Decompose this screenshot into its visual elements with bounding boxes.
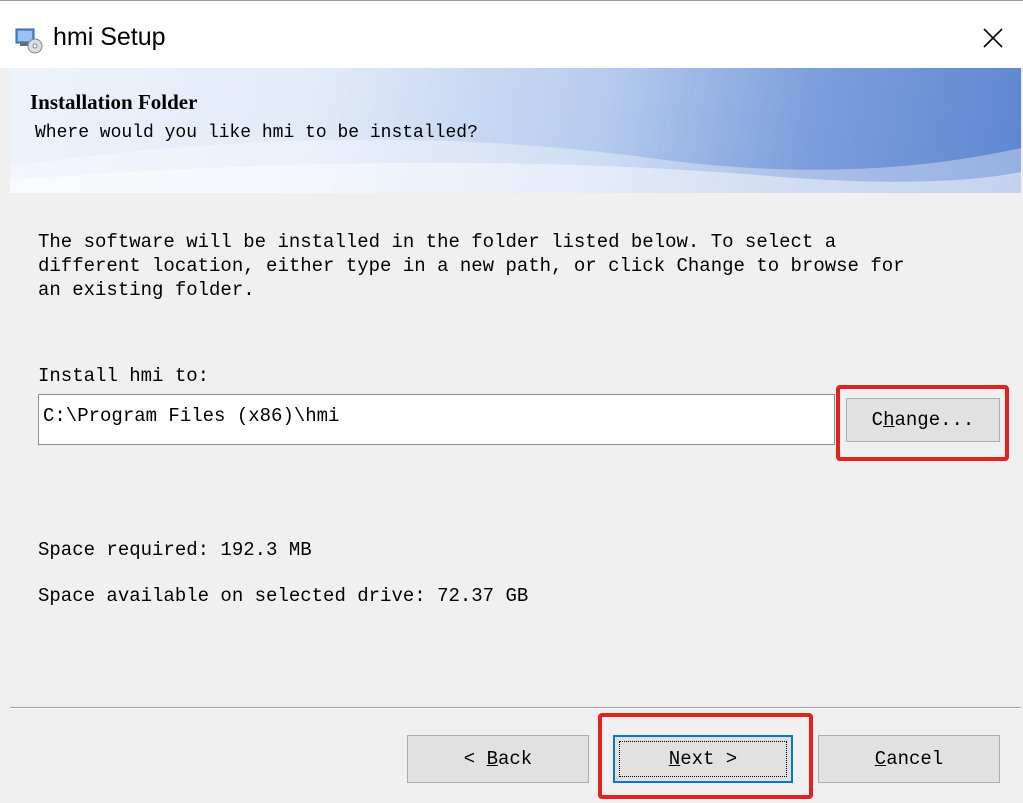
cancel-button[interactable]: Cancel <box>818 735 1000 783</box>
main-content: The software will be installed in the fo… <box>10 193 1021 707</box>
back-button-label: < Back <box>463 748 533 770</box>
title-bar[interactable]: hmi Setup <box>0 0 1023 68</box>
setup-window: hmi Setup Installation Folder Where woul… <box>0 0 1023 803</box>
change-button-label: Change... <box>871 409 975 431</box>
install-location-label: Install hmi to: <box>38 365 210 387</box>
header-banner: Installation Folder Where would you like… <box>10 68 1021 193</box>
description-text: The software will be installed in the fo… <box>38 231 905 301</box>
button-bar: < Back Next > Cancel <box>10 709 1021 803</box>
window-title: hmi Setup <box>53 23 166 51</box>
change-button[interactable]: Change... <box>846 398 1000 442</box>
install-path-input[interactable]: C:\Program Files (x86)\hmi <box>38 394 835 445</box>
back-button[interactable]: < Back <box>407 735 589 783</box>
space-required-text: Space required: 192.3 MB <box>38 539 312 561</box>
focus-rectangle <box>619 741 787 777</box>
banner-subtitle: Where would you like hmi to be installed… <box>35 123 478 143</box>
banner-title: Installation Folder <box>30 90 198 114</box>
close-button[interactable] <box>968 15 1018 61</box>
space-available-text: Space available on selected drive: 72.37… <box>38 585 529 607</box>
cancel-button-label: Cancel <box>874 748 944 770</box>
close-icon <box>983 28 1003 48</box>
setup-installer-icon <box>14 26 44 54</box>
next-button[interactable]: Next > <box>613 735 793 783</box>
